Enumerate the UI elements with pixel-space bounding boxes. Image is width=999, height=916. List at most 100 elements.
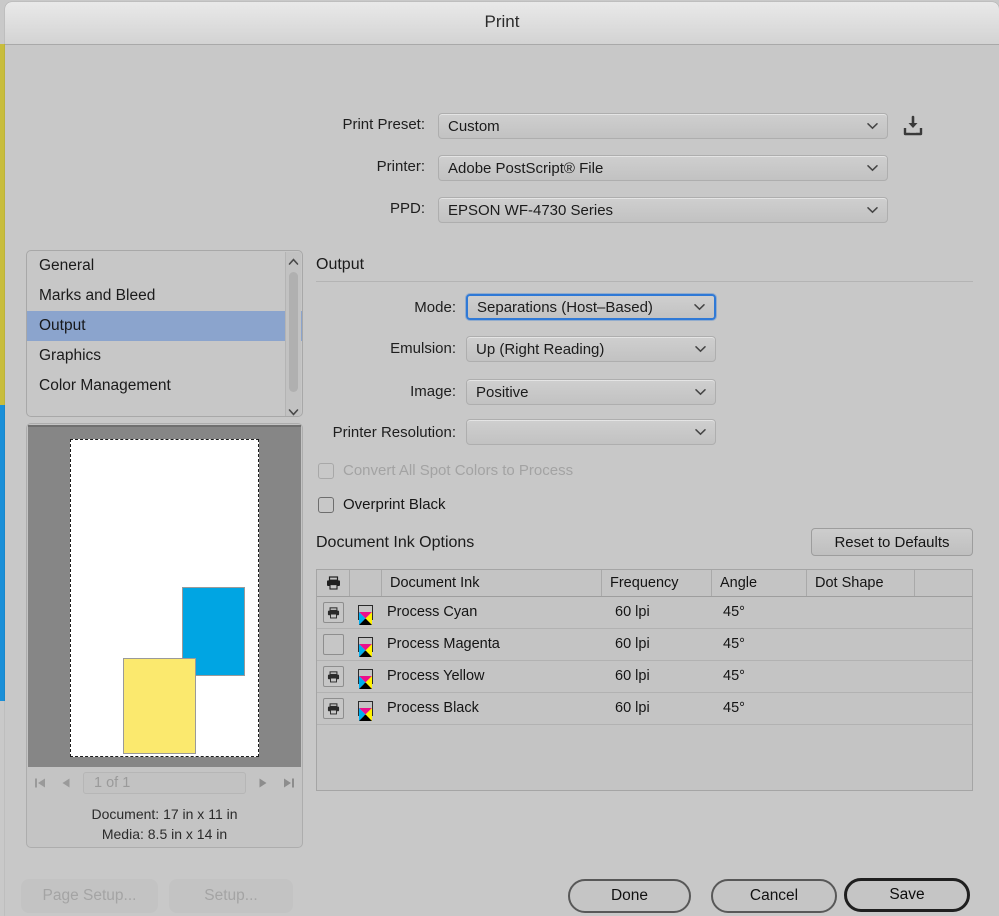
- ink-frequency[interactable]: 60 lpi: [601, 629, 711, 660]
- document-size-line: Document: 17 in x 11 in: [27, 804, 302, 824]
- reset-to-defaults-button[interactable]: Reset to Defaults: [811, 528, 973, 556]
- image-select[interactable]: Positive: [466, 379, 716, 405]
- document-ink-table[interactable]: Document Ink Frequency Angle Dot Shape P…: [316, 569, 973, 791]
- chevron-down-icon: [867, 165, 878, 172]
- mode-select[interactable]: Separations (Host–Based): [466, 294, 716, 320]
- printer-icon: [322, 602, 344, 623]
- column-header-angle[interactable]: Angle: [711, 570, 806, 596]
- ink-dot-shape[interactable]: [806, 629, 914, 660]
- ink-row-tail: [914, 661, 971, 692]
- print-dialog: Print Print Preset: Custom Printer: Adob…: [5, 2, 999, 916]
- preview-shape-yellow: [123, 658, 196, 754]
- ppd-select[interactable]: EPSON WF-4730 Series: [438, 197, 888, 223]
- cmyk-swatch-icon: [357, 605, 373, 625]
- ink-dot-shape[interactable]: [806, 597, 914, 628]
- next-page-icon[interactable]: [250, 770, 276, 796]
- document-media-info: Document: 17 in x 11 in Media: 8.5 in x …: [27, 804, 302, 844]
- cmyk-swatch-icon: [357, 669, 373, 689]
- ink-color-swatch: [349, 629, 381, 660]
- ink-row-tail: [914, 629, 971, 660]
- section-title-output: Output: [316, 256, 365, 273]
- document-label: Document:: [91, 806, 160, 822]
- printer-value: Adobe PostScript® File: [448, 159, 604, 177]
- ink-angle[interactable]: 45°: [711, 597, 806, 628]
- chevron-down-icon: [695, 429, 706, 436]
- ink-print-toggle[interactable]: [317, 693, 349, 724]
- overprint-black-checkbox-row[interactable]: Overprint Black: [318, 496, 446, 513]
- sidebar-item-color-management[interactable]: Color Management: [27, 371, 302, 401]
- table-row[interactable]: Process Black 60 lpi 45°: [317, 693, 972, 725]
- ppd-value: EPSON WF-4730 Series: [448, 201, 614, 219]
- ink-frequency[interactable]: 60 lpi: [601, 693, 711, 724]
- table-row[interactable]: Process Yellow 60 lpi 45°: [317, 661, 972, 693]
- ink-name: Process Magenta: [387, 636, 500, 652]
- first-page-icon[interactable]: [27, 770, 53, 796]
- ink-dot-shape[interactable]: [806, 693, 914, 724]
- ink-print-toggle[interactable]: [317, 661, 349, 692]
- ink-name: Process Cyan: [387, 604, 478, 620]
- table-row[interactable]: Process Magenta 60 lpi 45°: [317, 629, 972, 661]
- settings-category-list[interactable]: General Marks and Bleed Output Graphics …: [26, 250, 303, 417]
- convert-spot-colors-checkbox-row[interactable]: Convert All Spot Colors to Process: [318, 462, 573, 479]
- print-preset-select[interactable]: Custom: [438, 113, 888, 139]
- ink-row-tail: [914, 693, 971, 724]
- ink-name: Process Black: [387, 700, 479, 716]
- ink-row-tail: [914, 597, 971, 628]
- media-size-value: 8.5 in x 14 in: [147, 826, 228, 842]
- ink-color-swatch: [349, 661, 381, 692]
- ppd-row: PPD:: [205, 197, 425, 223]
- print-preset-row: Print Preset:: [205, 113, 425, 139]
- settings-list-scrollbar[interactable]: [285, 252, 301, 416]
- table-row[interactable]: Process Cyan 60 lpi 45°: [317, 597, 972, 629]
- page-number-field[interactable]: 1 of 1: [83, 772, 246, 794]
- ink-print-toggle[interactable]: [317, 597, 349, 628]
- sidebar-item-output[interactable]: Output: [27, 311, 302, 341]
- overprint-black-checkbox[interactable]: [318, 496, 334, 513]
- chevron-up-icon[interactable]: [288, 254, 299, 265]
- print-preset-value: Custom: [448, 117, 500, 135]
- column-header-dot-shape[interactable]: Dot Shape: [806, 570, 914, 596]
- ink-angle[interactable]: 45°: [711, 629, 806, 660]
- section-divider: [316, 281, 973, 282]
- chevron-down-icon: [695, 346, 706, 353]
- sidebar-item-graphics[interactable]: Graphics: [27, 341, 302, 371]
- printer-row: Printer:: [205, 155, 425, 181]
- printer-icon: [317, 570, 349, 596]
- ink-angle[interactable]: 45°: [711, 693, 806, 724]
- save-button[interactable]: Save: [844, 878, 970, 912]
- settings-list-scroll-thumb[interactable]: [289, 272, 298, 392]
- cmyk-swatch-icon: [357, 637, 373, 657]
- sidebar-item-marks-and-bleed[interactable]: Marks and Bleed: [27, 281, 302, 311]
- printer-icon: [322, 666, 344, 687]
- sidebar-item-general[interactable]: General: [27, 251, 302, 281]
- printer-resolution-select[interactable]: [466, 419, 716, 445]
- overprint-black-label: Overprint Black: [343, 496, 446, 513]
- dialog-body: Print Preset: Custom Printer: Adobe Post…: [5, 45, 999, 916]
- printer-select[interactable]: Adobe PostScript® File: [438, 155, 888, 181]
- column-header-frequency[interactable]: Frequency: [601, 570, 711, 596]
- cancel-button[interactable]: Cancel: [711, 879, 837, 913]
- emulsion-select[interactable]: Up (Right Reading): [466, 336, 716, 362]
- ink-dot-shape[interactable]: [806, 661, 914, 692]
- column-header-document-ink[interactable]: Document Ink: [381, 570, 601, 596]
- ink-frequency[interactable]: 60 lpi: [601, 661, 711, 692]
- cmyk-swatch-icon: [357, 701, 373, 721]
- image-value: Positive: [476, 383, 529, 401]
- column-header-tail: [914, 570, 971, 596]
- last-page-icon[interactable]: [276, 770, 302, 796]
- printer-toggle-off: [322, 634, 344, 655]
- ink-frequency[interactable]: 60 lpi: [601, 597, 711, 628]
- done-button[interactable]: Done: [568, 879, 691, 913]
- save-preset-icon[interactable]: [898, 113, 928, 139]
- media-label: Media:: [101, 826, 144, 842]
- emulsion-value: Up (Right Reading): [476, 340, 605, 358]
- chevron-down-icon: [694, 304, 705, 311]
- chevron-down-icon[interactable]: [288, 404, 299, 416]
- ink-options-title: Document Ink Options: [316, 534, 475, 551]
- page-setup-button: Page Setup...: [21, 879, 158, 913]
- ink-print-toggle[interactable]: [317, 629, 349, 660]
- ink-color-swatch: [349, 597, 381, 628]
- previous-page-icon[interactable]: [53, 770, 79, 796]
- dialog-titlebar: Print: [5, 2, 999, 45]
- ink-angle[interactable]: 45°: [711, 661, 806, 692]
